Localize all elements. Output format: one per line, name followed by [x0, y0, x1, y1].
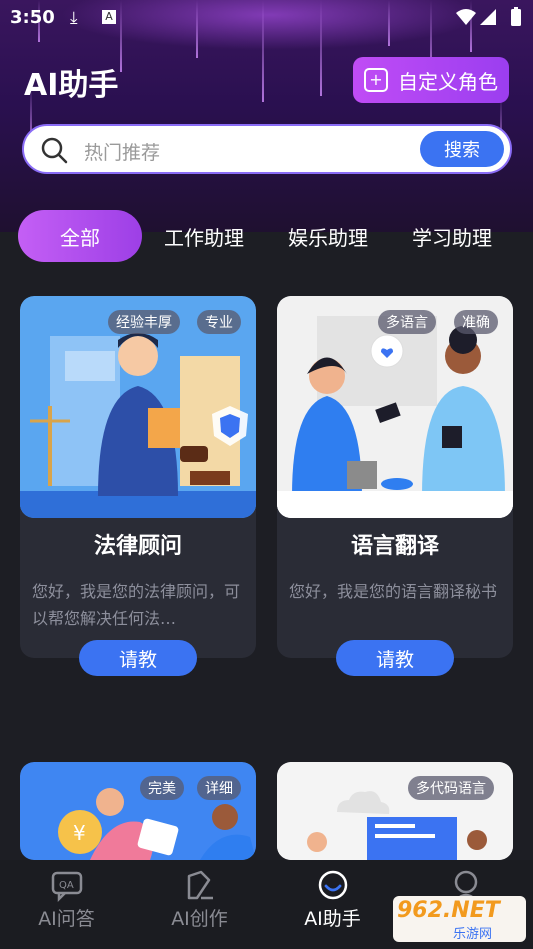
nav-ai-create[interactable]: AI创作: [133, 860, 266, 949]
watermark-logo: 962.NET 乐游网: [393, 896, 526, 942]
nav-label: AI创作: [171, 908, 228, 930]
assistant-card-law[interactable]: 经验丰厚 专业 法律顾问 您好，我是您的法律顾问，可以帮您解决任何法…: [20, 296, 256, 658]
watermark-text: 962.NET: [397, 898, 500, 923]
status-time: 3:50: [10, 7, 55, 28]
card-image-translation: 多语言 准确: [277, 296, 513, 518]
download-icon: ⤓: [70, 8, 78, 28]
card-image-4: 多代码语言: [277, 762, 513, 860]
nav-ai-assistant[interactable]: AI助手: [266, 860, 399, 949]
tab-entertainment-assistant[interactable]: 娱乐助理: [282, 210, 374, 262]
card-tag: 准确: [454, 310, 498, 334]
search-input[interactable]: 热门推荐: [84, 138, 160, 165]
search-bar[interactable]: 热门推荐 搜索: [22, 124, 512, 174]
assistant-card-3[interactable]: ¥ 完美 详细: [20, 762, 256, 860]
ask-button-law[interactable]: 请教: [79, 640, 197, 676]
card-tag: 详细: [197, 776, 241, 800]
search-icon: [41, 137, 68, 164]
card-image-law: 经验丰厚 专业: [20, 296, 256, 518]
status-bar: 3:50 ⤓ A: [0, 0, 533, 36]
ask-button-translation[interactable]: 请教: [336, 640, 454, 676]
watermark-subtext: 乐游网: [453, 927, 493, 942]
card-tag: 多代码语言: [408, 776, 494, 800]
nav-label: AI问答: [38, 908, 95, 930]
category-tabs: 全部 工作助理 娱乐助理 学习助理: [0, 210, 533, 266]
svg-text:QA: QA: [59, 880, 74, 891]
card-tag: 专业: [197, 310, 241, 334]
custom-role-label: 自定义角色: [398, 69, 498, 94]
card-tag: 经验丰厚: [108, 310, 180, 334]
pen-write-icon: [187, 870, 213, 900]
card-tag: 多语言: [378, 310, 436, 334]
custom-role-button[interactable]: + 自定义角色: [353, 57, 509, 103]
card-image-3: ¥ 完美 详细: [20, 762, 256, 860]
card-title: 法律顾问: [93, 534, 182, 559]
tab-all[interactable]: 全部: [18, 210, 142, 262]
tab-study-assistant[interactable]: 学习助理: [406, 210, 498, 262]
search-button[interactable]: 搜索: [420, 131, 504, 167]
wifi-icon: [456, 9, 476, 25]
battery-icon: [511, 7, 521, 26]
card-description: 您好，我是您的法律顾问，可以帮您解决任何法…: [32, 582, 241, 628]
tab-work-assistant[interactable]: 工作助理: [158, 210, 250, 262]
card-tag: 完美: [140, 776, 184, 800]
svg-text:¥: ¥: [73, 821, 86, 845]
qa-chat-icon: QA: [51, 871, 82, 902]
cellular-signal-icon: [480, 9, 496, 25]
assistant-icon: [318, 870, 347, 900]
assistant-card-translation[interactable]: 多语言 准确 语言翻译 您好，我是您的语言翻译秘书: [277, 296, 513, 658]
nav-ai-qa[interactable]: QA AI问答: [0, 860, 133, 949]
nav-label: AI助手: [304, 908, 361, 930]
assistant-card-4[interactable]: 多代码语言: [277, 762, 513, 860]
card-title: 语言翻译: [350, 534, 439, 559]
plus-icon: +: [364, 68, 388, 92]
page-title: AI助手: [24, 68, 119, 103]
card-description: 您好，我是您的语言翻译秘书: [289, 582, 498, 601]
app-notification-icon: A: [102, 10, 116, 24]
